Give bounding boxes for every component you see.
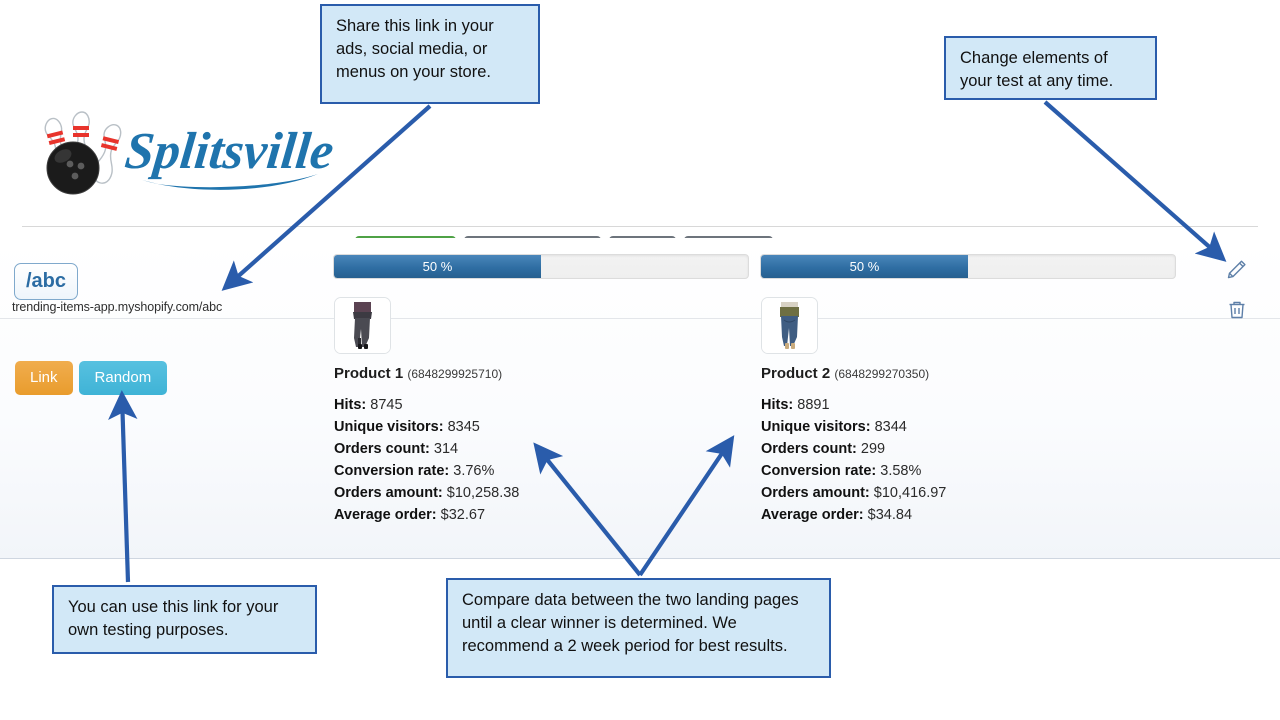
bowling-ball-icon xyxy=(46,141,100,195)
stat-orders-count-2: Orders count: 299 xyxy=(761,441,886,457)
split-progress-bar-2[interactable]: 50 % xyxy=(760,254,1176,279)
callout-compare-data: Compare data between the two landing pag… xyxy=(446,578,831,678)
test-slug-badge[interactable]: /abc xyxy=(14,263,79,300)
product-name-1: Product 1 xyxy=(334,365,404,382)
product-stats-1: Hits: 8745 Unique visitors: 8345 Orders … xyxy=(334,394,519,526)
stat-hits-2: Hits: 8891 xyxy=(761,397,830,413)
stat-orders-amount-1: Orders amount: $10,258.38 xyxy=(334,485,520,501)
split-progress-fill-2: 50 % xyxy=(761,255,968,278)
stat-unique-visitors-2: Unique visitors: 8344 xyxy=(761,419,907,435)
pencil-icon[interactable] xyxy=(1224,257,1250,283)
trash-icon[interactable] xyxy=(1224,297,1250,323)
test-url-text: trending-items-app.myshopify.com/abc xyxy=(12,300,223,314)
callout-change-test: Change elements of your test at any time… xyxy=(944,36,1157,100)
stat-hits-1: Hits: 8745 xyxy=(334,397,403,413)
split-progress-bar-1[interactable]: 50 % xyxy=(333,254,749,279)
product-title-2: Product 2 (6848299270350) xyxy=(761,365,929,382)
product-thumbnail-1[interactable] xyxy=(334,297,391,354)
splitsville-wordmark: Splitsville xyxy=(122,123,336,190)
stat-average-order-2: Average order: $34.84 xyxy=(761,507,913,523)
callout-share-link: Share this link in your ads, social medi… xyxy=(320,4,540,104)
stat-orders-amount-2: Orders amount: $10,416.97 xyxy=(761,485,947,501)
product-title-1: Product 1 (6848299925710) xyxy=(334,365,502,382)
split-test-row xyxy=(0,238,1280,559)
link-button[interactable]: Link xyxy=(15,361,73,395)
product-stats-2: Hits: 8891 Unique visitors: 8344 Orders … xyxy=(761,394,946,526)
svg-text:Splitsville: Splitsville xyxy=(122,123,336,180)
panel-hairline xyxy=(0,318,1280,319)
stat-unique-visitors-1: Unique visitors: 8345 xyxy=(334,419,480,435)
stat-orders-count-1: Orders count: 314 xyxy=(334,441,459,457)
product-id-2: (6848299270350) xyxy=(834,367,930,381)
link-mode-buttons: Link Random xyxy=(15,361,168,395)
random-button[interactable]: Random xyxy=(78,361,168,395)
app-header: Splitsville Add New Sync Products Help C… xyxy=(0,100,1280,271)
product-id-1: (6848299925710) xyxy=(407,367,503,381)
stat-conversion-rate-1: Conversion rate: 3.76% xyxy=(334,463,495,479)
variant-column-2: 50 % Product 2 (6848299270350) Hits: 889… xyxy=(760,254,1180,523)
row-action-buttons xyxy=(1224,257,1254,337)
splitsville-logo[interactable]: Splitsville xyxy=(18,108,338,198)
product-thumbnail-2[interactable] xyxy=(761,297,818,354)
stat-average-order-1: Average order: $32.67 xyxy=(334,507,486,523)
product-name-2: Product 2 xyxy=(761,365,831,382)
callout-own-testing: You can use this link for your own testi… xyxy=(52,585,317,654)
variant-column-1: 50 % Product 1 (6848299925710) Hits: 874… xyxy=(333,254,753,523)
stat-conversion-rate-2: Conversion rate: 3.58% xyxy=(761,463,922,479)
split-progress-fill-1: 50 % xyxy=(334,255,541,278)
header-divider xyxy=(22,226,1258,227)
